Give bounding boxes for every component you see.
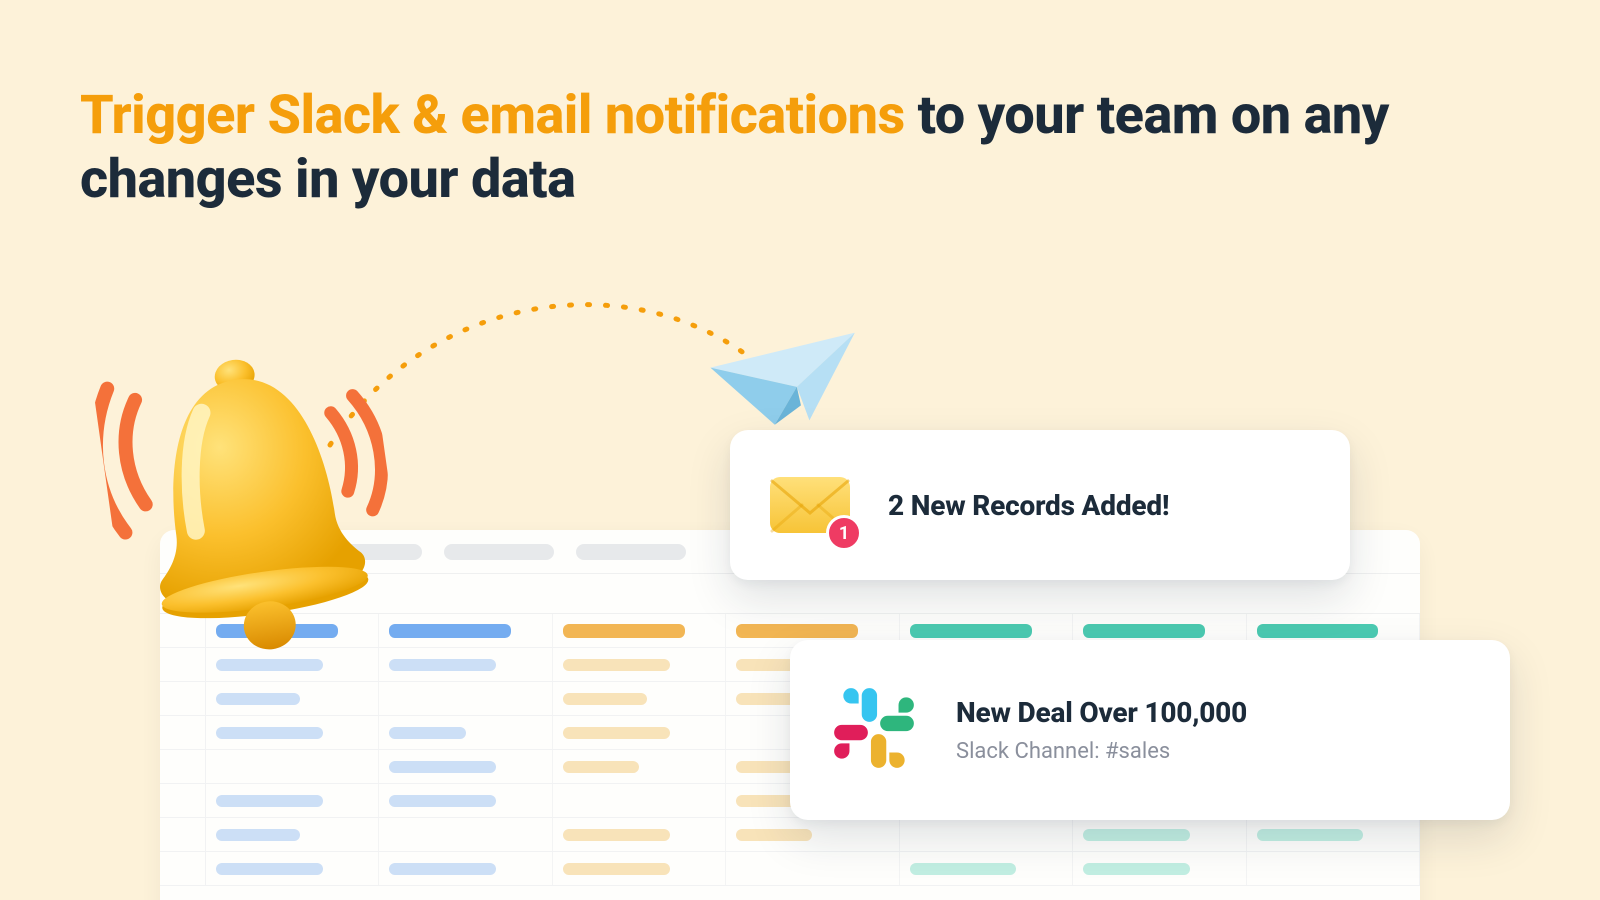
email-notification-card: 1 2 New Records Added! [730, 430, 1350, 580]
slack-card-subtitle: Slack Channel: #sales [956, 739, 1472, 764]
page-headline: Trigger Slack & email notifications to y… [80, 84, 1520, 211]
sheet-tab [444, 544, 554, 560]
email-icon: 1 [768, 469, 852, 541]
headline-accent: Trigger Slack & email notifications [80, 84, 905, 147]
paper-plane-icon [705, 318, 855, 432]
sheet-tab [576, 544, 686, 560]
email-card-title: 2 New Records Added! [888, 489, 1312, 522]
slack-card-title: New Deal Over 100,000 [956, 696, 1472, 729]
email-badge-count: 1 [826, 515, 862, 551]
bell-icon [86, 297, 411, 673]
slack-icon [828, 682, 920, 778]
slack-notification-card: New Deal Over 100,000 Slack Channel: #sa… [790, 640, 1510, 820]
